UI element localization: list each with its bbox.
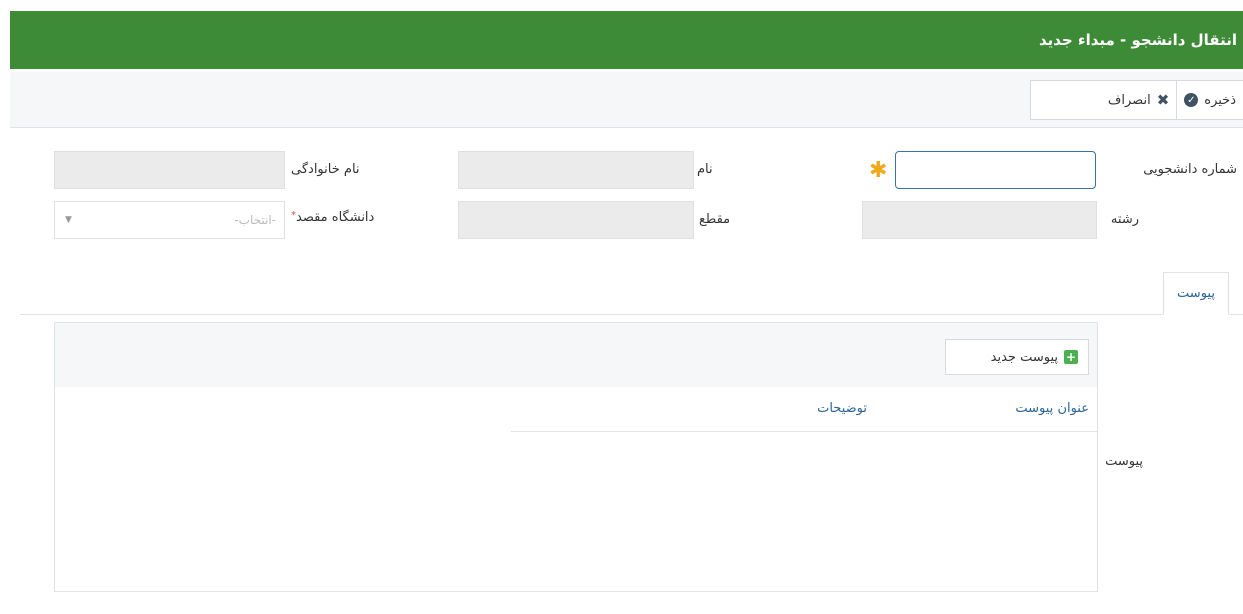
destination-university-label-text: دانشگاه مقصد: [296, 210, 375, 225]
check-circle-icon: ✓: [1184, 93, 1199, 107]
add-attachment-label: پیوست جدید: [990, 349, 1058, 365]
plus-icon: +: [1064, 350, 1078, 364]
cancel-button[interactable]: ✖ انصراف: [1101, 81, 1176, 119]
student-number-label: شماره دانشجویی: [1143, 162, 1237, 177]
chevron-down-icon: ▼: [65, 215, 72, 225]
attachment-toolbar: + پیوست جدید: [55, 323, 1097, 387]
major-field: [862, 201, 1097, 239]
tab-attachment[interactable]: پیوست: [1163, 272, 1229, 315]
tab-label: پیوست: [1177, 286, 1215, 301]
cancel-label: انصراف: [1107, 92, 1151, 108]
column-header-description[interactable]: توضیحات: [817, 401, 867, 416]
page-header: انتقال دانشجو - مبداء جدید: [10, 11, 1243, 69]
attachment-grid: + پیوست جدید عنوان پیوست توضیحات: [54, 322, 1098, 592]
student-number-input[interactable]: [895, 151, 1096, 189]
degree-label: مقطع: [699, 212, 731, 227]
action-toolbar: ذخیره ✓ ✖ انصراف: [10, 72, 1243, 128]
grid-header-divider: [511, 431, 1097, 432]
last-name-field: [54, 151, 285, 189]
toolbar-divider: [1176, 81, 1178, 119]
add-attachment-button[interactable]: + پیوست جدید: [945, 339, 1089, 375]
first-name-label: نام: [697, 162, 713, 177]
last-name-label: نام خانوادگی: [291, 162, 360, 177]
select-placeholder: -انتخاب-: [234, 213, 276, 227]
destination-university-label: دانشگاه مقصد*: [291, 210, 374, 225]
close-icon: ✖: [1156, 91, 1170, 109]
destination-university-select[interactable]: -انتخاب- ▼: [54, 201, 285, 239]
degree-field: [458, 201, 694, 239]
tab-strip: [20, 314, 1243, 315]
toolbar-button-group: ذخیره ✓ ✖ انصراف: [1030, 80, 1243, 120]
save-button[interactable]: ذخیره ✓: [1177, 81, 1243, 119]
first-name-field: [458, 151, 694, 189]
required-star-icon: ✱: [869, 158, 888, 183]
save-label: ذخیره: [1204, 92, 1236, 108]
major-label: رشته: [1110, 212, 1139, 227]
attachment-section-label: پیوست: [1105, 454, 1143, 469]
page-title: انتقال دانشجو - مبداء جدید: [1038, 31, 1237, 49]
column-header-title[interactable]: عنوان پیوست: [1015, 401, 1089, 416]
